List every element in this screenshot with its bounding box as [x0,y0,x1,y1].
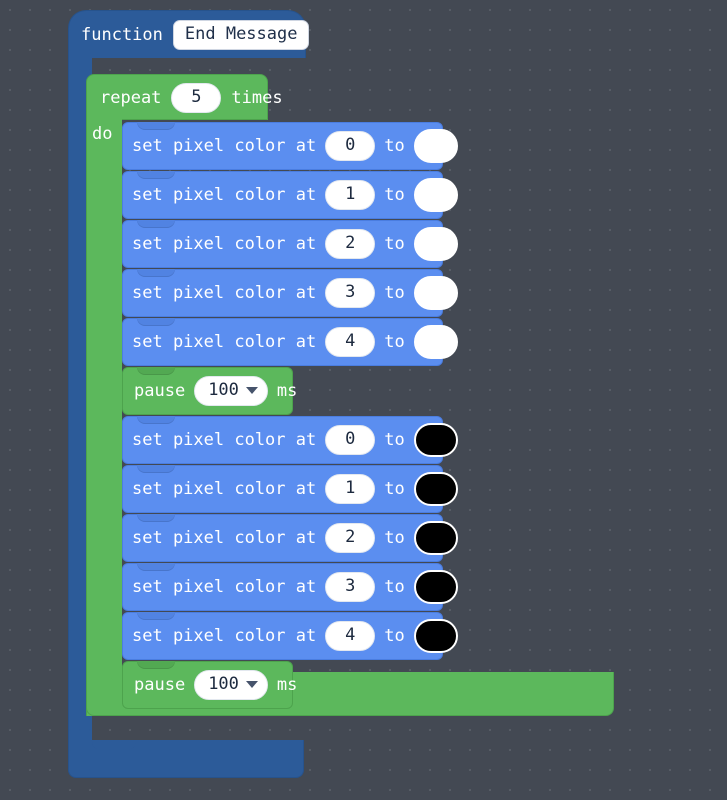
set-pixel-color-block[interactable]: set pixel color at 1 to [122,171,458,219]
set-pixel-to-label: to [384,185,405,205]
set-pixel-color-block[interactable]: set pixel color at 2 to [122,220,458,268]
color-swatch-white[interactable] [413,276,458,310]
color-swatch-black[interactable] [413,521,458,555]
set-pixel-to-label: to [384,234,405,254]
set-pixel-color-block[interactable]: set pixel color at 0 to [122,416,458,464]
pixel-index-field[interactable]: 2 [325,522,376,554]
set-pixel-prefix-label: set pixel color at [132,577,317,597]
set-pixel-row: set pixel color at 1 to [123,466,458,512]
chevron-down-icon [245,387,258,395]
set-pixel-prefix-label: set pixel color at [132,479,317,499]
set-pixel-prefix-label: set pixel color at [132,430,317,450]
pixel-index-field[interactable]: 0 [325,130,376,162]
set-pixel-row: set pixel color at 3 to [123,564,458,610]
function-block-footer-notch [92,740,136,749]
pause-unit-label: ms [276,381,298,401]
pixel-index-field[interactable]: 1 [325,179,376,211]
set-pixel-prefix-label: set pixel color at [132,136,317,156]
function-name-field[interactable]: End Message [172,19,310,51]
function-header-row: function End Message [69,11,310,59]
set-pixel-to-label: to [384,528,405,548]
set-pixel-prefix-label: set pixel color at [132,626,317,646]
pixel-index-field[interactable]: 1 [325,473,376,505]
chevron-down-icon [245,681,258,689]
pixel-index-field[interactable]: 2 [325,228,376,260]
set-pixel-to-label: to [384,332,405,352]
pause-duration-value: 100 [208,673,239,694]
set-pixel-color-block[interactable]: set pixel color at 3 to [122,563,458,611]
set-pixel-to-label: to [384,283,405,303]
repeat-keyword-label: repeat [100,88,162,108]
set-pixel-to-label: to [384,577,405,597]
repeat-header-row: repeat 5 times [87,75,283,121]
pause-row: pause 100 ms [123,368,297,414]
pause-row: pause 100 ms [123,662,297,708]
set-pixel-color-block[interactable]: set pixel color at 3 to [122,269,458,317]
set-pixel-row: set pixel color at 0 to [123,123,458,169]
pixel-index-field[interactable]: 3 [325,571,376,603]
repeat-times-label: times [231,88,283,108]
set-pixel-to-label: to [384,136,405,156]
pixel-index-field[interactable]: 0 [325,424,376,456]
pause-duration-value: 100 [208,379,239,400]
pause-keyword-label: pause [134,381,186,401]
repeat-count-field[interactable]: 5 [171,82,222,114]
set-pixel-prefix-label: set pixel color at [132,332,317,352]
repeat-do-label: do [92,124,113,144]
set-pixel-prefix-label: set pixel color at [132,234,317,254]
color-swatch-black[interactable] [413,423,458,457]
set-pixel-to-label: to [384,626,405,646]
set-pixel-color-block[interactable]: set pixel color at 1 to [122,465,458,513]
color-swatch-white[interactable] [413,178,458,212]
set-pixel-prefix-label: set pixel color at [132,185,317,205]
set-pixel-row: set pixel color at 2 to [123,221,458,267]
pause-duration-dropdown[interactable]: 100 [194,375,268,407]
color-swatch-black[interactable] [413,619,458,653]
set-pixel-row: set pixel color at 2 to [123,515,458,561]
set-pixel-row: set pixel color at 1 to [123,172,458,218]
color-swatch-white[interactable] [413,325,458,359]
pause-block[interactable]: pause 100 ms [122,367,297,415]
set-pixel-color-block[interactable]: set pixel color at 4 to [122,612,458,660]
color-swatch-black[interactable] [413,570,458,604]
set-pixel-color-block[interactable]: set pixel color at 0 to [122,122,458,170]
set-pixel-color-block[interactable]: set pixel color at 4 to [122,318,458,366]
pause-unit-label: ms [276,675,298,695]
set-pixel-prefix-label: set pixel color at [132,528,317,548]
set-pixel-color-block[interactable]: set pixel color at 2 to [122,514,458,562]
pixel-index-field[interactable]: 4 [325,620,376,652]
set-pixel-row: set pixel color at 4 to [123,319,458,365]
set-pixel-to-label: to [384,430,405,450]
set-pixel-to-label: to [384,479,405,499]
pixel-index-field[interactable]: 4 [325,326,376,358]
function-keyword-label: function [81,25,163,45]
color-swatch-white[interactable] [413,129,458,163]
pause-block[interactable]: pause 100 ms [122,661,297,709]
set-pixel-row: set pixel color at 3 to [123,270,458,316]
pause-duration-dropdown[interactable]: 100 [194,669,268,701]
color-swatch-white[interactable] [413,227,458,261]
color-swatch-black[interactable] [413,472,458,506]
function-block-header[interactable]: function End Message [68,10,310,59]
set-pixel-row: set pixel color at 0 to [123,417,458,463]
set-pixel-prefix-label: set pixel color at [132,283,317,303]
repeat-block-header[interactable]: repeat 5 times [86,74,283,120]
blocks-workspace[interactable]: function End Message repeat 5 times do s… [0,0,727,800]
set-pixel-row: set pixel color at 4 to [123,613,458,659]
pause-keyword-label: pause [134,675,186,695]
repeat-block-body-spine[interactable] [86,119,122,716]
pixel-index-field[interactable]: 3 [325,277,376,309]
